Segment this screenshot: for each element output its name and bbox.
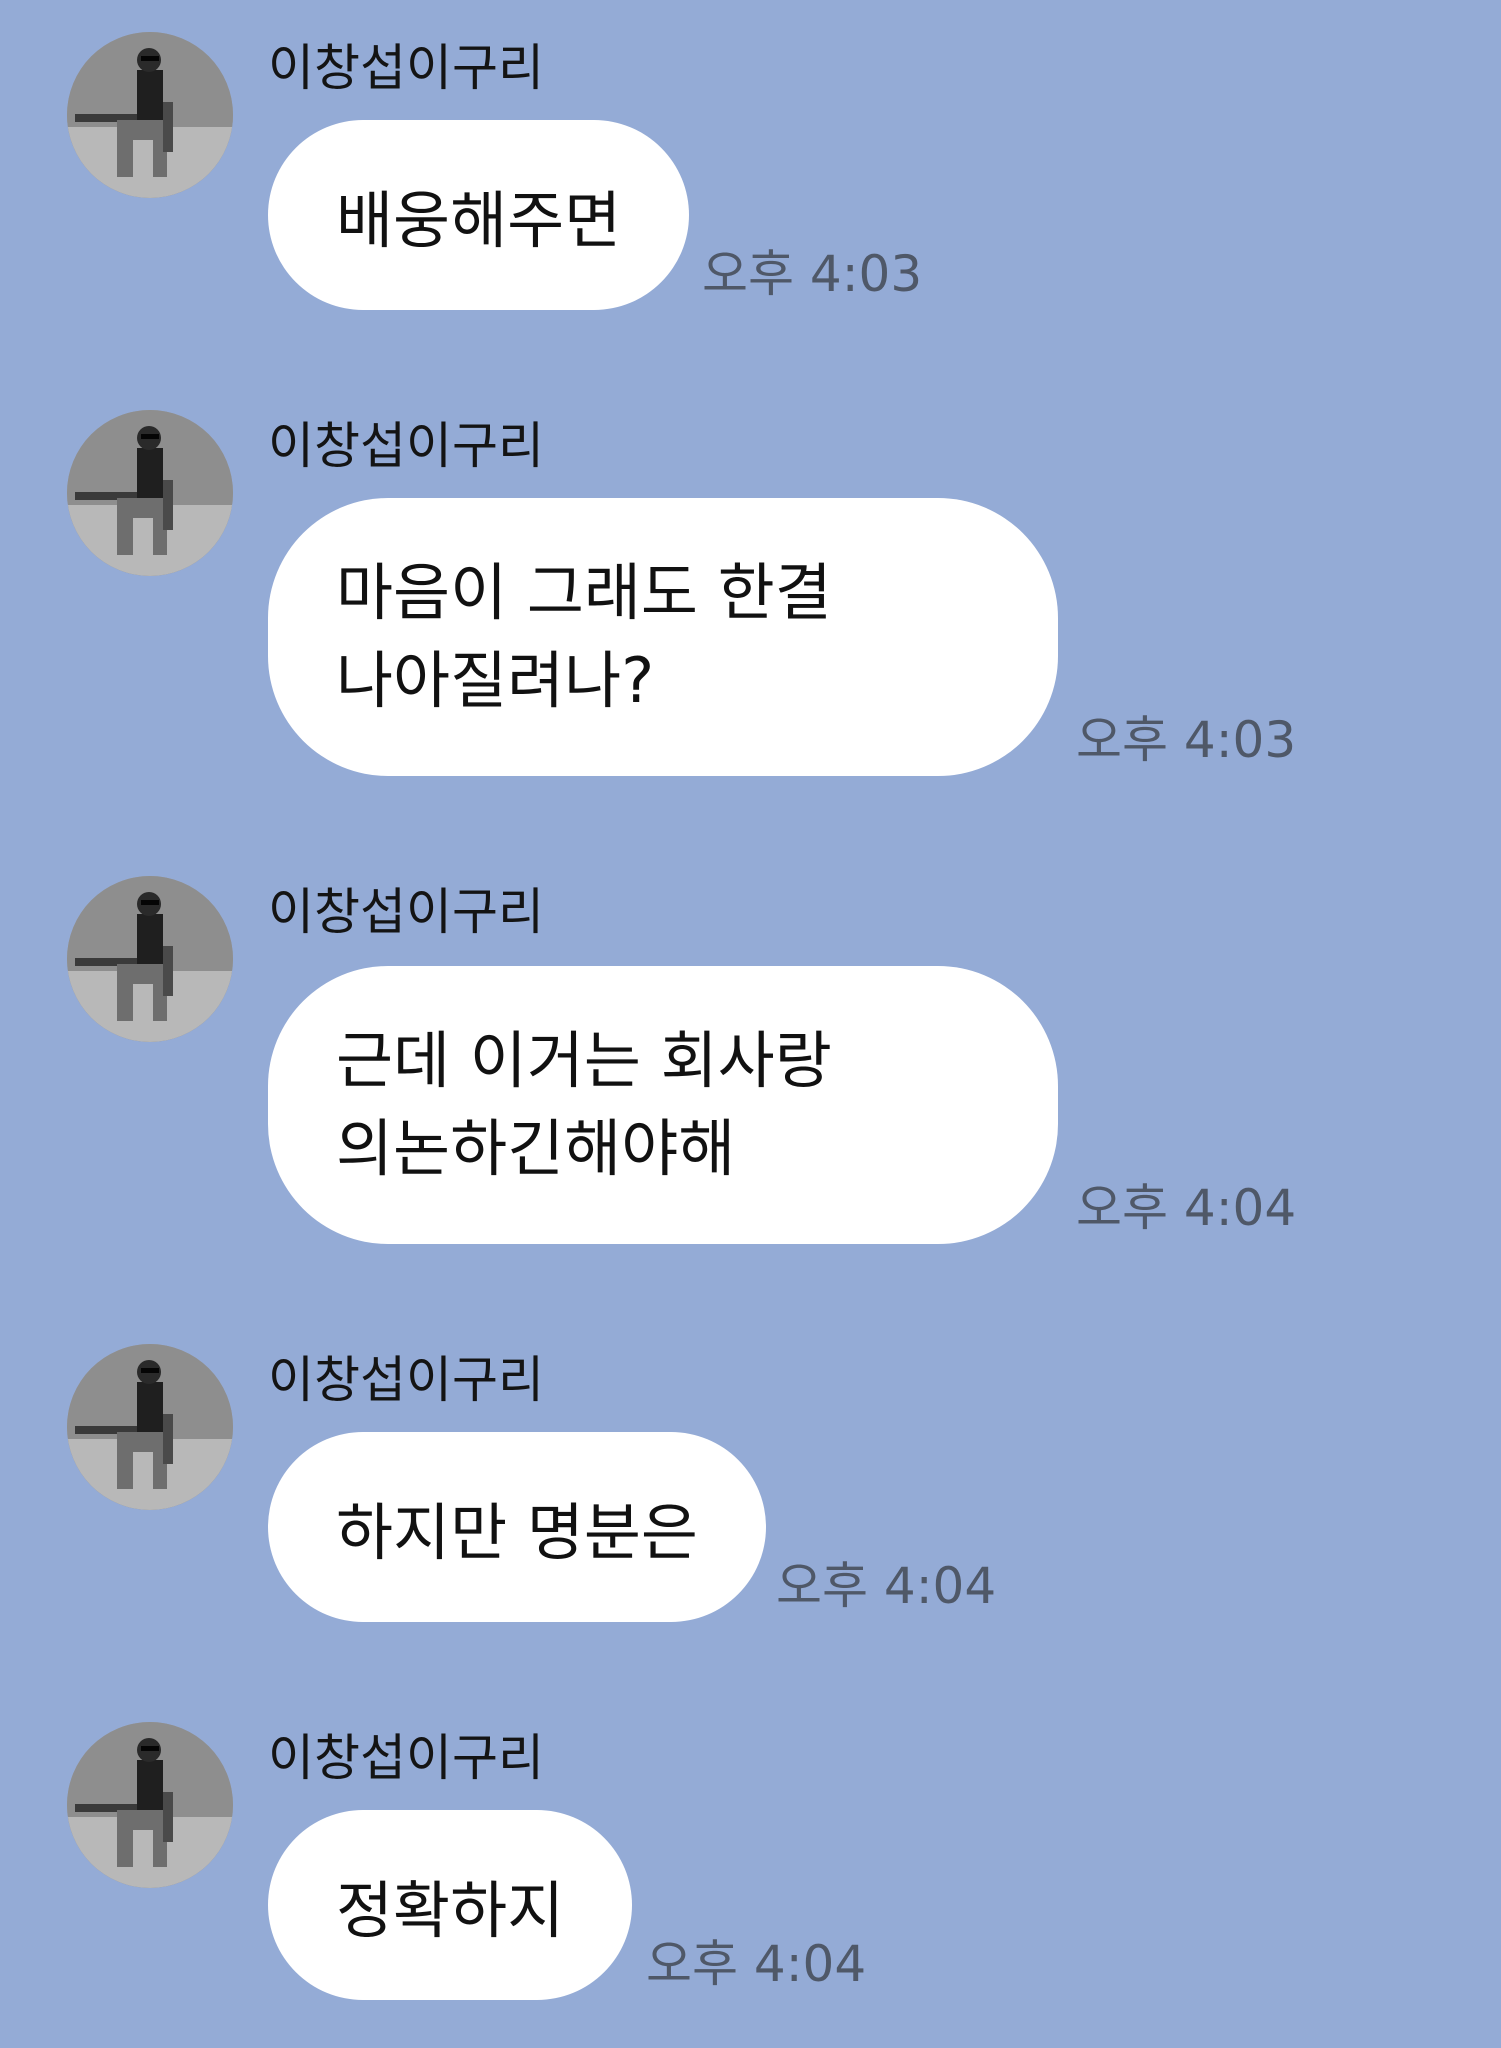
chat-view[interactable]: 이창섭이구리 배웅해주면 오후 4:03 이창섭이구리 마음이 그래도 한결 나… [0,0,1501,2048]
message-bubble[interactable]: 배웅해주면 [268,120,690,310]
message-text-line-2: 의논하긴해야해 [336,1112,736,1185]
message-bubble[interactable]: 정확하지 [268,1810,633,2000]
profile-photo-icon [67,1344,233,1510]
sender-name: 이창섭이구리 [268,39,544,97]
message-text-line-1: 마음이 그래도 한결 [336,556,832,629]
profile-photo-icon [67,876,233,1042]
message-time: 오후 4:04 [1076,1179,1297,1237]
sender-name: 이창섭이구리 [268,883,544,941]
sender-name: 이창섭이구리 [268,1351,544,1409]
message-text-line-1: 근데 이거는 회사랑 [336,1024,832,1097]
message-time: 오후 4:03 [702,245,923,303]
message-time: 오후 4:04 [776,1557,997,1615]
message-time: 오후 4:03 [1076,711,1297,769]
message-text-line-2: 나아질려나? [336,644,655,717]
message-text: 하지만 명분은 [336,1496,698,1569]
sender-name: 이창섭이구리 [268,1729,544,1787]
message-bubble[interactable]: 마음이 그래도 한결 나아질려나? [268,498,1058,776]
message-time: 오후 4:04 [646,1935,867,1993]
profile-photo-icon [67,32,233,198]
message-bubble[interactable]: 하지만 명분은 [268,1432,766,1622]
message-text: 정확하지 [336,1874,565,1947]
profile-photo-icon [67,1722,233,1888]
avatar[interactable] [67,1344,233,1510]
message-bubble[interactable]: 근데 이거는 회사랑 의논하긴해야해 [268,966,1058,1244]
avatar[interactable] [67,410,233,576]
avatar[interactable] [67,32,233,198]
avatar[interactable] [67,1722,233,1888]
avatar[interactable] [67,876,233,1042]
sender-name: 이창섭이구리 [268,417,544,475]
profile-photo-icon [67,410,233,576]
message-text: 배웅해주면 [336,184,622,257]
